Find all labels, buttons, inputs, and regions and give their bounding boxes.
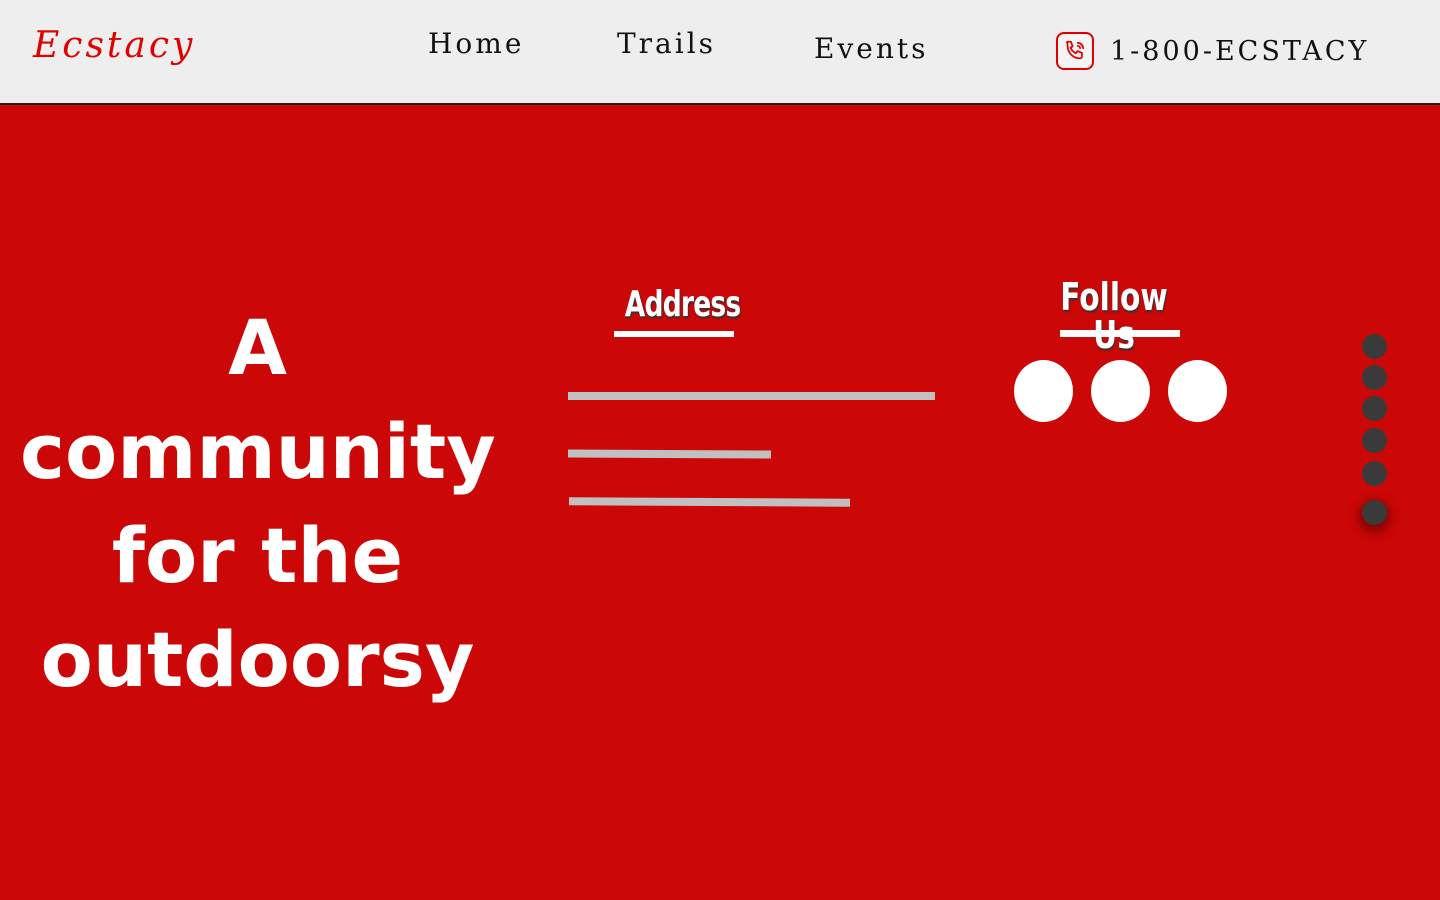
address-placeholder-line bbox=[568, 497, 851, 507]
nav-link-trails[interactable]: Trails bbox=[617, 30, 716, 58]
address-placeholder-line bbox=[568, 392, 935, 400]
hero-line: for the bbox=[111, 511, 404, 600]
hero-heading: A community for the outdoorsy bbox=[20, 296, 496, 712]
page-dot-active[interactable] bbox=[1362, 500, 1387, 525]
brand-logo-link[interactable]: Ecstacy bbox=[33, 28, 195, 64]
nav-link-events[interactable]: Events bbox=[814, 35, 928, 63]
social-icon[interactable] bbox=[1091, 360, 1150, 422]
navbar: Ecstacy Home Trails Events 1-800-ECSTACY bbox=[0, 0, 1440, 105]
address-heading: Address bbox=[624, 284, 741, 325]
page-dot[interactable] bbox=[1362, 365, 1387, 390]
page-dot[interactable] bbox=[1362, 334, 1387, 359]
hero-line: community bbox=[20, 407, 496, 496]
page-dot[interactable] bbox=[1362, 428, 1387, 453]
address-placeholder-line bbox=[567, 449, 772, 459]
social-icon[interactable] bbox=[1168, 360, 1227, 422]
follow-us-underline bbox=[1060, 330, 1180, 337]
hero-line: outdoorsy bbox=[40, 615, 475, 704]
hero-line: A bbox=[228, 303, 287, 392]
phone-number[interactable]: 1-800-ECSTACY bbox=[1110, 38, 1369, 65]
follow-us-heading: Follow Us bbox=[1060, 275, 1168, 354]
phone-contact[interactable]: 1-800-ECSTACY bbox=[1056, 29, 1369, 73]
nav-link-home[interactable]: Home bbox=[428, 30, 524, 58]
social-icon[interactable] bbox=[1014, 360, 1073, 422]
page-dot[interactable] bbox=[1362, 461, 1387, 486]
phone-icon bbox=[1056, 32, 1094, 70]
page-dot[interactable] bbox=[1362, 396, 1387, 421]
address-underline bbox=[614, 331, 734, 337]
